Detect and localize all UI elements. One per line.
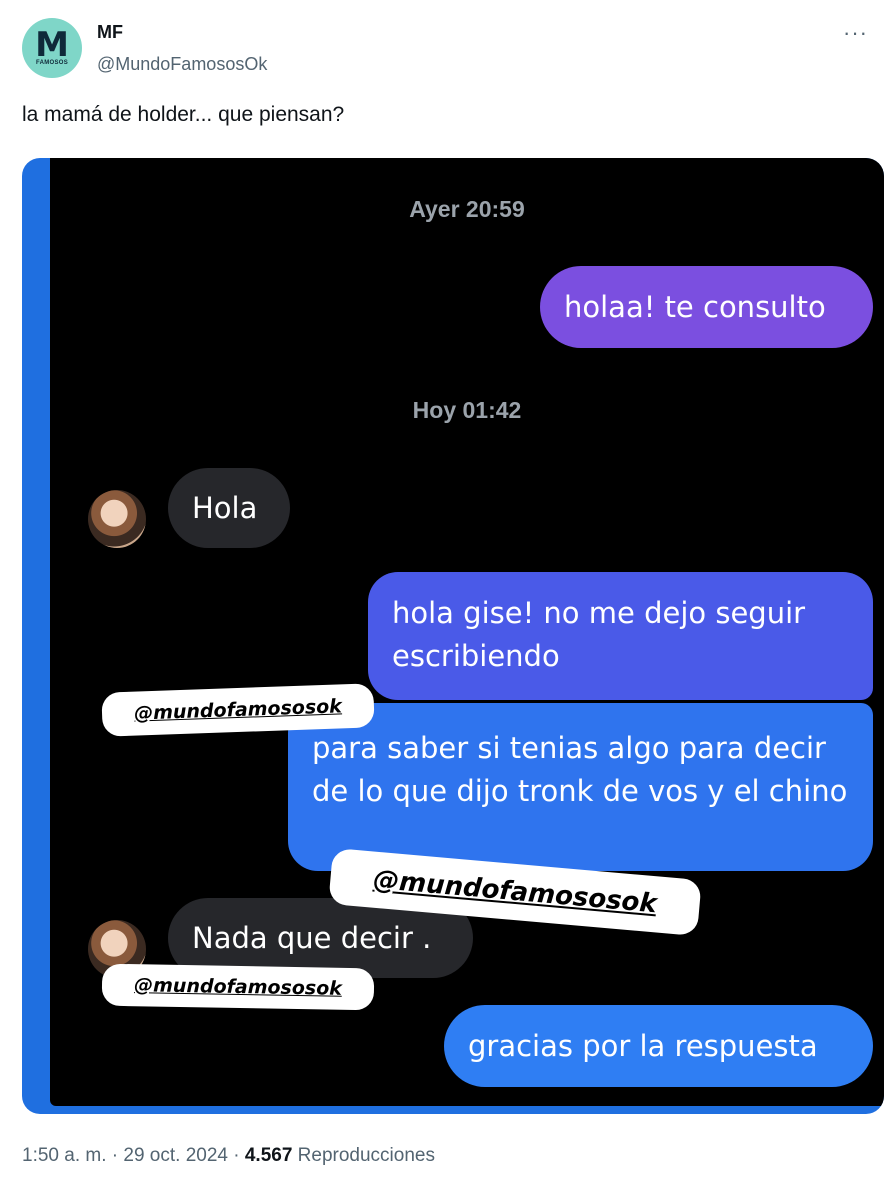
avatar-letter: M (35, 25, 69, 65)
message-outgoing-2: hola gise! no me dejo seguir escribiendo (368, 572, 873, 700)
avatar-sub: FAMOSOS (35, 60, 69, 66)
message-outgoing-3: para saber si tenias algo para decir de … (288, 703, 873, 871)
contact-avatar (88, 490, 146, 548)
views-label: Reproducciones (292, 1145, 435, 1166)
tweet-text: la mamá de holder... que piensan? (22, 103, 345, 126)
message-outgoing-4: gracias por la respuesta (444, 1005, 873, 1087)
chat-timestamp-1: Ayer 20:59 (409, 196, 525, 222)
watermark-sticker: @mundofamososok (101, 963, 375, 1011)
author-handle[interactable]: @MundoFamososOk (97, 54, 267, 75)
author-avatar[interactable]: M FAMOSOS (22, 18, 82, 78)
tweet-media-image[interactable]: Ayer 20:59 holaa! te consulto Hoy 01:42 … (22, 158, 884, 1114)
chat-timestamp-2: Hoy 01:42 (412, 397, 522, 423)
more-options-icon[interactable]: ··· (843, 20, 868, 46)
views-count: 4.567 (244, 1145, 293, 1166)
chat-screenshot: Ayer 20:59 holaa! te consulto Hoy 01:42 … (50, 158, 884, 1106)
author-name[interactable]: MF (97, 22, 123, 43)
message-outgoing-1: holaa! te consulto (540, 266, 873, 348)
message-incoming-1: Hola (168, 468, 290, 548)
tweet-timestamp[interactable]: 1:50 a. m. · 29 oct. 2024 · (22, 1145, 245, 1166)
tweet-meta: 1:50 a. m. · 29 oct. 2024 · 4.567 Reprod… (22, 1145, 435, 1167)
